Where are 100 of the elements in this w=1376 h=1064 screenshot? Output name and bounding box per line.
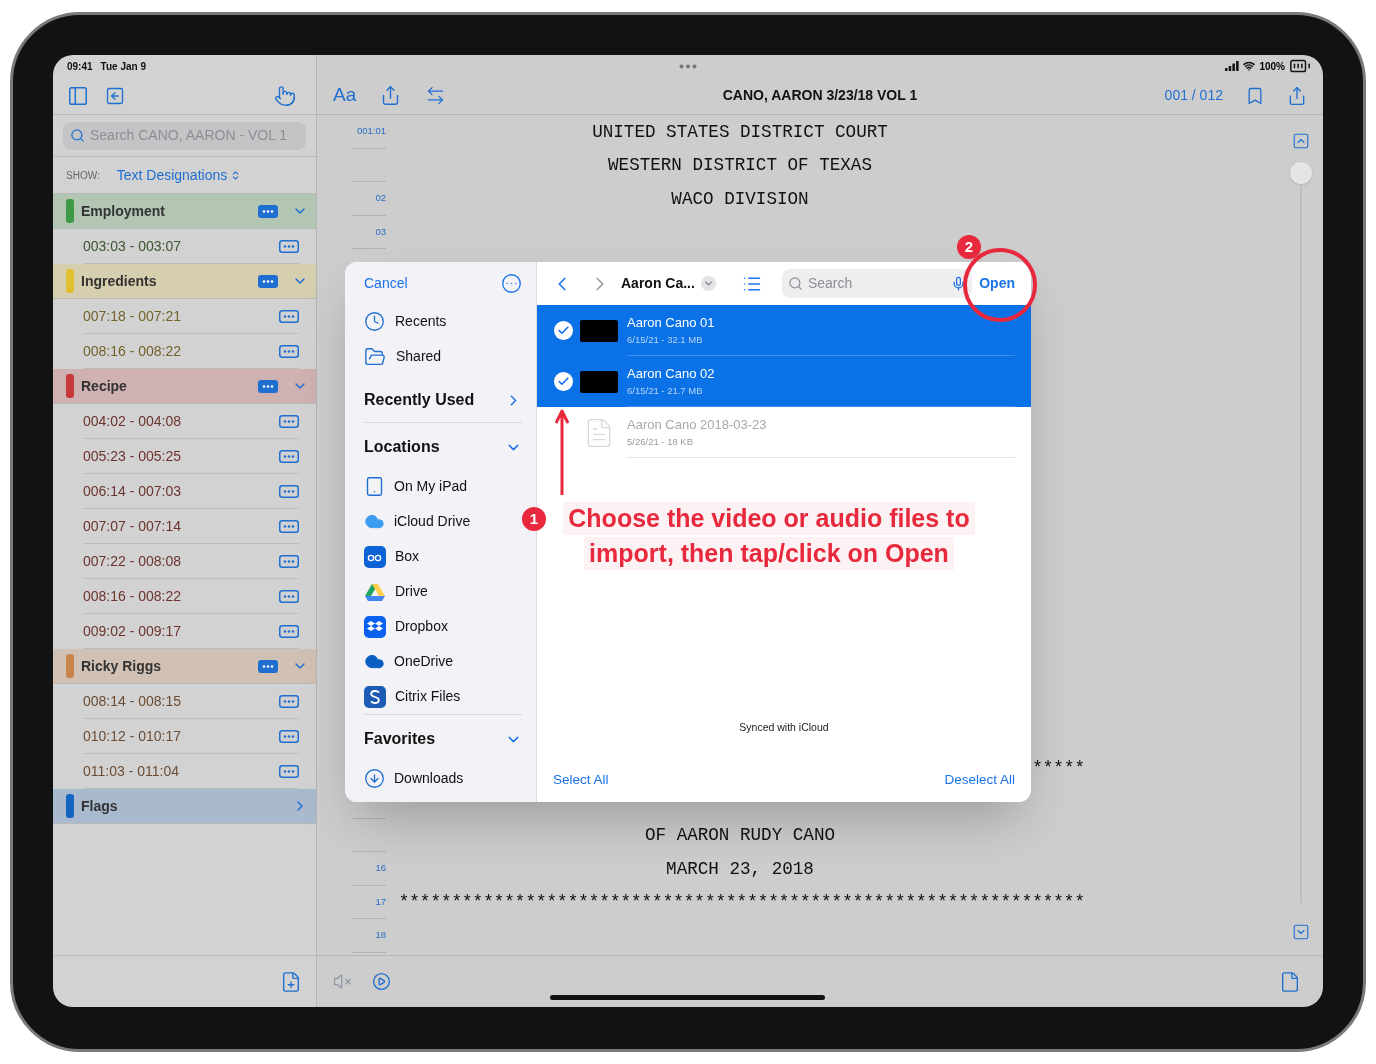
section-heading[interactable]: Locations (364, 425, 522, 469)
more-icon[interactable] (258, 204, 278, 218)
show-selector[interactable]: Text Designations (116, 164, 242, 186)
line-number: 16 (375, 861, 386, 876)
designation-range[interactable]: 003:03 - 003:07 (83, 235, 182, 257)
more-icon[interactable] (279, 519, 299, 533)
designation-range[interactable]: 007:22 - 008:08 (83, 550, 182, 572)
sidebar-location[interactable]: iCloud Drive (364, 504, 522, 539)
more-icon[interactable] (258, 659, 278, 673)
clock-icon (364, 311, 385, 332)
search-field[interactable]: Search (781, 269, 972, 298)
sidebar-location[interactable]: Recents (364, 304, 522, 339)
file-row[interactable]: Aaron Cano 02 6/15/21 - 21.7 MB (537, 356, 1031, 407)
more-icon[interactable] (279, 729, 299, 743)
download-icon (364, 768, 385, 789)
sync-status: Synced with iCloud (738, 720, 830, 736)
video-thumbnail (580, 319, 618, 342)
line-number: 02 (375, 191, 386, 206)
app-tile-icon (364, 545, 386, 568)
more-icon[interactable] (258, 274, 278, 288)
more-options-icon[interactable] (501, 272, 522, 294)
status-date: Tue Jan 9 (100, 59, 146, 74)
section-header[interactable]: Ingredients (53, 264, 316, 299)
designation-range[interactable]: 007:07 - 007:14 (83, 515, 182, 537)
section-heading[interactable]: Favorites (364, 717, 522, 761)
more-icon[interactable] (258, 379, 278, 393)
select-all-button[interactable]: Select All (553, 769, 609, 791)
status-time: 09:41 (67, 59, 93, 74)
more-icon[interactable] (279, 414, 299, 428)
back-icon[interactable] (105, 85, 125, 106)
deselect-all-button[interactable]: Deselect All (944, 769, 1015, 791)
designation-range[interactable]: 011:03 - 011:04 (83, 760, 179, 782)
designation-range[interactable]: 009:02 - 009:17 (83, 620, 182, 642)
file-row[interactable]: Aaron Cano 01 6/15/21 - 32.1 MB (537, 305, 1031, 356)
play-icon[interactable] (372, 972, 391, 991)
document-icon[interactable] (1279, 970, 1301, 993)
designation-range[interactable]: 008:16 - 008:22 (83, 340, 182, 362)
sidebar-toggle-icon[interactable] (67, 84, 89, 107)
line-number: 001:01 (356, 124, 386, 139)
checkmark-icon[interactable] (553, 372, 573, 391)
more-icon[interactable] (279, 764, 299, 778)
line-number: 03 (375, 224, 386, 239)
more-icon[interactable] (279, 554, 299, 568)
designation-range[interactable]: 010:12 - 010:17 (83, 725, 182, 747)
designation-range[interactable]: 004:02 - 004:08 (83, 410, 182, 432)
sidebar-location[interactable]: Downloads (364, 761, 522, 796)
section-heading[interactable]: Recently Used (364, 378, 522, 422)
designation-range[interactable]: 006:14 - 007:03 (83, 480, 182, 502)
more-icon[interactable] (279, 449, 299, 463)
microphone-icon[interactable] (950, 276, 966, 291)
sidebar-location[interactable]: OneDrive (364, 644, 522, 679)
mute-icon[interactable] (333, 972, 352, 991)
document-title: CANO, AARON 3/23/18 VOL 1 (721, 86, 919, 105)
sidebar-location[interactable]: Shared (364, 339, 522, 374)
sidebar-location[interactable]: Dropbox (364, 609, 522, 644)
hand-pointer-icon[interactable] (274, 84, 296, 107)
sidebar-location[interactable]: Drive (364, 574, 522, 609)
sidebar-location[interactable]: Box (364, 539, 522, 574)
scroll-up-icon[interactable] (1292, 132, 1310, 150)
sidebar-location[interactable]: Citrix Files (364, 679, 522, 714)
folder-menu-icon[interactable] (700, 276, 716, 291)
search-input[interactable]: Search (807, 273, 946, 294)
tablet-icon (364, 476, 385, 497)
more-icon[interactable] (279, 309, 299, 323)
more-icon[interactable] (279, 344, 299, 358)
designation-range[interactable]: 008:14 - 008:15 (83, 690, 182, 712)
line-number: 18 (375, 928, 386, 943)
folder-title[interactable]: Aaron Ca... (621, 273, 695, 294)
open-button[interactable]: Open (979, 273, 1015, 294)
transcript-line: OF AARON RUDY CANO (644, 824, 835, 848)
section-header[interactable]: Recipe (53, 369, 316, 404)
more-icon[interactable] (279, 694, 299, 708)
window-dots-icon[interactable] (679, 63, 697, 69)
section-header[interactable]: Employment (53, 194, 316, 229)
cancel-button[interactable]: Cancel (364, 272, 408, 294)
checkmark-icon[interactable] (553, 321, 573, 340)
asterisk-rule: ***** (1032, 757, 1085, 781)
section-header[interactable]: Ricky Riggs (53, 649, 316, 684)
file-name: Aaron Cano 01 (627, 314, 716, 333)
section-title: Ricky Riggs (81, 656, 162, 676)
shared-folder-icon (364, 345, 386, 368)
wifi-icon (1243, 60, 1256, 72)
more-icon[interactable] (279, 484, 299, 498)
designation-range[interactable]: 005:23 - 005:25 (83, 445, 182, 467)
add-document-icon[interactable] (280, 970, 302, 993)
line-number: 17 (375, 894, 386, 909)
share-icon[interactable] (1287, 85, 1307, 106)
scroll-thumb[interactable] (1290, 162, 1312, 184)
section-title: Ingredients (81, 271, 157, 291)
signal-icon (1225, 61, 1240, 71)
section-header[interactable]: Flags (53, 789, 316, 824)
sidebar-location[interactable]: On My iPad (364, 469, 522, 504)
more-icon[interactable] (279, 624, 299, 638)
designation-range[interactable]: 008:16 - 008:22 (83, 585, 182, 607)
designation-range[interactable]: 007:18 - 007:21 (83, 305, 182, 327)
more-icon[interactable] (279, 239, 299, 253)
scroll-down-icon[interactable] (1292, 923, 1310, 941)
more-icon[interactable] (279, 589, 299, 603)
battery-percent: 100% (1259, 59, 1285, 74)
transcript-line: MARCH 23, 2018 (666, 857, 814, 881)
